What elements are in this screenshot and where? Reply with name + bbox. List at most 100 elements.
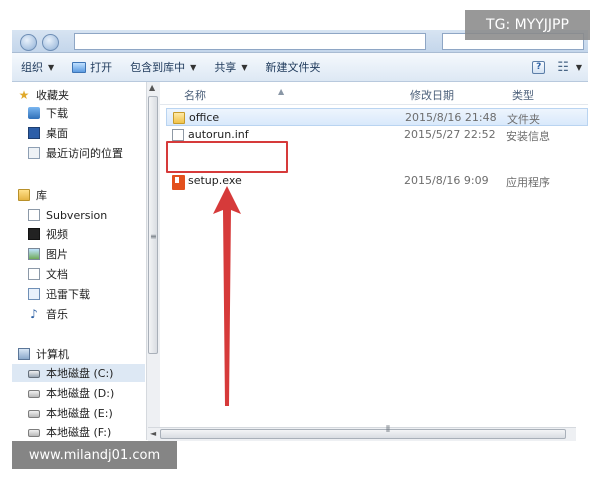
toolbar-right: ? ☷ ▼	[532, 60, 588, 75]
open-button[interactable]: 打开	[63, 56, 121, 78]
grip-icon: ≡	[150, 232, 157, 241]
forward-icon[interactable]	[42, 34, 59, 51]
recent-places-icon	[28, 147, 40, 159]
sidebar-item-label: Subversion	[46, 208, 108, 222]
horizontal-scrollbar[interactable]: ◄ ⦀	[148, 425, 576, 441]
back-icon[interactable]	[20, 34, 37, 51]
drive-icon	[28, 370, 40, 378]
navigation-pane: ★ 收藏夹 下载 桌面 最近访问的位置 库 Subversion 视频 图片 文…	[12, 82, 145, 440]
chevron-down-icon: ▼	[48, 62, 55, 72]
share-label: 共享	[214, 61, 237, 74]
open-label: 打开	[90, 61, 113, 74]
sidebar-item-videos[interactable]: 视频	[28, 225, 145, 243]
document-icon	[28, 268, 40, 280]
new-folder-label: 新建文件夹	[265, 61, 321, 74]
sidebar-item-documents[interactable]: 文档	[28, 265, 145, 283]
sidebar-item-label: 本地磁盘 (E:)	[46, 407, 113, 420]
subversion-icon	[28, 209, 40, 221]
watermark-bottom: www.milandj01.com	[12, 441, 177, 469]
thunder-download-icon	[28, 288, 40, 300]
sidebar-item-label: 库	[36, 189, 47, 202]
highlight-box	[166, 141, 288, 173]
share-button[interactable]: 共享 ▼	[205, 56, 256, 78]
chevron-down-icon: ▼	[241, 62, 248, 72]
sidebar-item-label: 本地磁盘 (D:)	[46, 387, 115, 400]
sidebar-item-label: 图片	[46, 248, 68, 261]
sidebar-item-desktop[interactable]: 桌面	[28, 124, 145, 142]
file-date: 2015/8/16 9:09	[404, 174, 489, 187]
explorer-window: 组织 ▼ 打开 包含到库中 ▼ 共享 ▼ 新建文件夹 ? ☷ ▼ ★ 收藏夹 下…	[12, 30, 588, 440]
command-bar: 组织 ▼ 打开 包含到库中 ▼ 共享 ▼ 新建文件夹 ? ☷ ▼	[12, 53, 588, 82]
scrollbar-thumb[interactable]	[148, 96, 158, 354]
file-type: 安装信息	[506, 130, 550, 143]
scrollbar-thumb[interactable]	[160, 429, 566, 439]
drive-icon	[28, 429, 40, 437]
sidebar-item-label: 文档	[46, 268, 68, 281]
include-in-library-button[interactable]: 包含到库中 ▼	[121, 56, 205, 78]
music-icon: ♪	[30, 307, 38, 321]
include-in-library-label: 包含到库中	[130, 61, 186, 74]
sidebar-item-label: 最近访问的位置	[46, 147, 123, 160]
sidebar-item-label: 本地磁盘 (C:)	[46, 367, 114, 380]
desktop-icon	[28, 127, 40, 139]
sidebar-item-thunder-downloads[interactable]: 迅雷下载	[28, 285, 145, 303]
sidebar-item-computer[interactable]: 计算机	[18, 345, 145, 363]
organize-button[interactable]: 组织 ▼	[12, 56, 63, 78]
sidebar-item-subversion[interactable]: Subversion	[28, 206, 145, 224]
scroll-up-icon[interactable]: ▲	[149, 83, 155, 92]
office-icon	[172, 175, 185, 190]
star-icon: ★	[18, 88, 30, 102]
scroll-left-icon[interactable]: ◄	[150, 429, 156, 438]
watermark-top: TG: MYYJJPP	[465, 10, 590, 40]
file-type: 应用程序	[506, 176, 550, 189]
sidebar-item-drive-e[interactable]: 本地磁盘 (E:)	[28, 404, 145, 422]
inf-file-icon	[172, 129, 184, 141]
picture-icon	[28, 248, 40, 260]
navigation-scrollbar[interactable]: ▲ ≡ ▼	[146, 82, 160, 440]
file-row-office[interactable]: office 2015/8/16 21:48 文件夹	[166, 108, 588, 126]
grip-icon: ⦀	[386, 425, 390, 435]
sidebar-item-downloads[interactable]: 下载	[28, 104, 145, 122]
views-icon[interactable]: ☷	[557, 60, 569, 75]
library-icon	[18, 189, 30, 201]
file-date: 2015/5/27 22:52	[404, 128, 496, 141]
download-folder-icon	[28, 107, 40, 119]
file-name: office	[189, 111, 220, 124]
sort-ascending-icon: ▲	[278, 87, 285, 96]
organize-label: 组织	[21, 61, 43, 74]
file-date: 2015/8/16 21:48	[405, 111, 497, 124]
sidebar-item-label: 迅雷下载	[46, 288, 90, 301]
sidebar-item-label: 计算机	[36, 348, 69, 361]
column-date-modified[interactable]: 修改日期	[410, 87, 454, 103]
drive-icon	[28, 410, 40, 418]
file-type: 文件夹	[507, 113, 540, 126]
file-name: autorun.inf	[188, 128, 249, 141]
sidebar-item-label: 收藏夹	[36, 89, 69, 102]
chevron-down-icon[interactable]: ▼	[576, 63, 582, 72]
address-input[interactable]	[74, 33, 426, 50]
video-icon	[28, 228, 40, 240]
help-icon[interactable]: ?	[532, 60, 546, 74]
column-type[interactable]: 类型	[512, 87, 534, 103]
folder-icon	[173, 112, 185, 124]
sidebar-item-libraries[interactable]: 库	[18, 186, 145, 204]
computer-icon	[18, 348, 30, 360]
drive-icon	[28, 390, 40, 398]
sidebar-item-favorites[interactable]: ★ 收藏夹	[18, 86, 145, 104]
sidebar-item-drive-c[interactable]: 本地磁盘 (C:)	[12, 364, 145, 382]
sidebar-item-music[interactable]: ♪ 音乐	[28, 305, 145, 323]
sidebar-item-label: 本地磁盘 (F:)	[46, 426, 112, 439]
annotation-arrow	[213, 186, 241, 406]
chevron-down-icon: ▼	[190, 62, 197, 72]
sidebar-item-recent-places[interactable]: 最近访问的位置	[28, 144, 145, 162]
sidebar-item-label: 音乐	[46, 308, 68, 321]
new-folder-button[interactable]: 新建文件夹	[256, 56, 329, 78]
sidebar-item-pictures[interactable]: 图片	[28, 245, 145, 263]
sidebar-item-label: 桌面	[46, 127, 68, 140]
open-icon	[72, 61, 87, 73]
column-header: 名称 ▲ 修改日期 类型	[160, 82, 588, 105]
sidebar-item-drive-d[interactable]: 本地磁盘 (D:)	[28, 384, 145, 402]
sidebar-item-drive-f[interactable]: 本地磁盘 (F:)	[28, 423, 145, 440]
sidebar-item-label: 视频	[46, 228, 68, 241]
column-name[interactable]: 名称	[184, 87, 206, 103]
